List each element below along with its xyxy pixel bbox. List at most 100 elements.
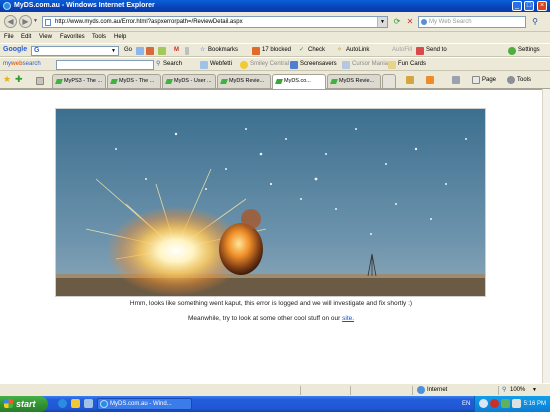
system-tray: 5:16 PM	[474, 396, 550, 412]
tab-myds-user[interactable]: MyDS - User ...	[162, 74, 216, 88]
forward-button[interactable]: ▶	[19, 15, 32, 28]
tray-security-icon[interactable]	[490, 399, 499, 408]
favorites-star-icon[interactable]: ★	[3, 73, 11, 85]
menu-bar: File Edit View Favorites Tools Help	[0, 32, 550, 43]
status-divider	[300, 386, 301, 395]
site-link[interactable]: site.	[342, 315, 354, 322]
taskbar-window-button[interactable]: MyDS.com.au - Wind...	[97, 398, 192, 410]
tab-favicon	[110, 79, 118, 84]
zoom-dropdown-icon[interactable]: ▼	[532, 384, 537, 396]
tab-myps3[interactable]: MyPS3 - The ...	[52, 74, 106, 88]
quicklaunch-ie-icon[interactable]	[58, 399, 67, 408]
autolink-icon: ✧	[337, 47, 343, 53]
add-favorites-icon[interactable]: ✚	[15, 73, 23, 85]
screensavers-button[interactable]: Screensavers	[300, 58, 337, 70]
quicklaunch-folder-icon[interactable]	[71, 399, 80, 408]
error-message: Hmm, looks like something went kaput, th…	[129, 300, 413, 307]
menu-help[interactable]: Help	[114, 33, 126, 42]
internet-zone-icon	[417, 386, 425, 394]
send-to-button[interactable]: Send to	[426, 44, 447, 56]
menu-file[interactable]: File	[4, 33, 14, 42]
menu-edit[interactable]: Edit	[21, 33, 31, 42]
feeds-icon[interactable]	[426, 76, 434, 84]
home-icon[interactable]	[406, 76, 414, 84]
page-icon	[45, 19, 51, 26]
gadget-icon[interactable]	[158, 47, 166, 55]
cursor-mania-button[interactable]: Cursor Mania	[352, 58, 388, 70]
fun-cards-button[interactable]: Fun Cards	[398, 58, 426, 70]
search-go-icon[interactable]: ⚲	[529, 16, 541, 28]
clock[interactable]: 5:16 PM	[524, 396, 546, 412]
print-icon[interactable]	[452, 76, 460, 84]
gmail-dropdown-icon[interactable]	[185, 47, 189, 55]
autofill-button[interactable]: AutoFill	[392, 44, 412, 56]
google-search-options-icon[interactable]	[136, 47, 144, 55]
smiley-central-button[interactable]: Smiley Central	[250, 58, 289, 70]
menu-favorites[interactable]: Favorites	[60, 33, 85, 42]
check-button[interactable]: Check	[308, 44, 325, 56]
title-bar[interactable]: MyDS.com.au - Windows Internet Explorer …	[0, 0, 550, 12]
bookmarks-button[interactable]: Bookmarks	[208, 44, 238, 56]
tray-help-icon[interactable]	[479, 399, 488, 408]
google-search-input[interactable]: G ▼	[31, 46, 119, 56]
zoom-icon: ⚲	[502, 387, 507, 393]
mywebsearch-search-button[interactable]: Search	[163, 58, 182, 70]
google-logo: Google	[3, 46, 28, 53]
cursor-mania-icon	[342, 61, 350, 69]
settings-icon	[508, 47, 516, 55]
google-toolbar: Google G ▼ Go M ☆ Bookmarks 17 blocked ✓…	[0, 43, 550, 57]
screensavers-icon	[290, 61, 298, 69]
tools-menu-button[interactable]: Tools	[517, 74, 531, 86]
tab-favicon	[275, 79, 283, 84]
explosion-image	[55, 108, 486, 297]
minimize-button[interactable]: _	[512, 1, 522, 11]
meanwhile-text: Meanwhile, try to look at some other coo…	[187, 315, 341, 322]
status-divider	[350, 386, 351, 395]
maximize-button[interactable]: □	[524, 1, 534, 11]
recent-pages-dropdown[interactable]: ▼	[33, 18, 38, 24]
address-bar[interactable]: http://www.myds.com.au/Error.html?aspxer…	[42, 16, 388, 28]
tab-bar: ★ ✚ MyPS3 - The ... MyDS - The ... MyDS …	[0, 72, 550, 89]
webfetti-icon	[200, 61, 208, 69]
refresh-icon[interactable]: ⟳	[392, 17, 402, 27]
tools-gear-icon	[507, 76, 515, 84]
tab-myds-review[interactable]: MyDS Revie...	[217, 74, 271, 88]
mywebsearch-search-icon: ⚲	[156, 61, 161, 67]
tab-myds-active[interactable]: MyDS.co...	[272, 74, 326, 89]
search-provider-icon	[421, 19, 427, 25]
menu-view[interactable]: View	[39, 33, 52, 42]
news-icon[interactable]	[146, 47, 154, 55]
new-tab-button[interactable]	[382, 74, 396, 88]
quicklaunch-desktop-icon[interactable]	[84, 399, 93, 408]
gmail-icon[interactable]: M	[174, 44, 179, 56]
google-dropdown-icon[interactable]: ▼	[111, 47, 116, 55]
vertical-scrollbar[interactable]	[542, 89, 550, 383]
autolink-button[interactable]: AutoLink	[346, 44, 369, 56]
start-button[interactable]: start	[0, 396, 48, 412]
security-zone[interactable]: Internet	[427, 384, 447, 396]
stop-icon[interactable]: ✕	[405, 17, 415, 27]
language-indicator[interactable]: EN	[462, 396, 470, 412]
tab-favicon	[55, 79, 63, 84]
back-button[interactable]: ◀	[4, 15, 17, 28]
settings-button[interactable]: Settings	[518, 44, 540, 56]
send-to-icon	[416, 47, 424, 55]
bookmarks-star-icon: ☆	[200, 47, 206, 53]
webfetti-button[interactable]: Webfetti	[210, 58, 232, 70]
popup-blocked-count[interactable]: 17 blocked	[262, 44, 291, 56]
close-button[interactable]: ×	[537, 1, 547, 11]
zoom-level[interactable]: 100%	[510, 384, 525, 396]
tab-myds-the[interactable]: MyDS - The ...	[107, 74, 161, 88]
page-menu-button[interactable]: Page	[482, 74, 496, 86]
tray-network-icon[interactable]	[501, 399, 510, 408]
tray-volume-icon[interactable]	[512, 399, 521, 408]
google-g-icon: G	[34, 47, 40, 54]
address-dropdown-icon[interactable]: ▼	[377, 17, 387, 27]
web-search-input[interactable]: My Web Search	[418, 16, 526, 28]
address-input[interactable]: http://www.myds.com.au/Error.html?aspxer…	[55, 18, 243, 27]
mywebsearch-input[interactable]	[56, 60, 154, 70]
tab-myds-review-2[interactable]: MyDS Revie...	[327, 74, 381, 88]
google-go-button[interactable]: Go	[124, 44, 132, 56]
quick-tabs-icon[interactable]	[36, 77, 44, 85]
menu-tools[interactable]: Tools	[92, 33, 106, 42]
